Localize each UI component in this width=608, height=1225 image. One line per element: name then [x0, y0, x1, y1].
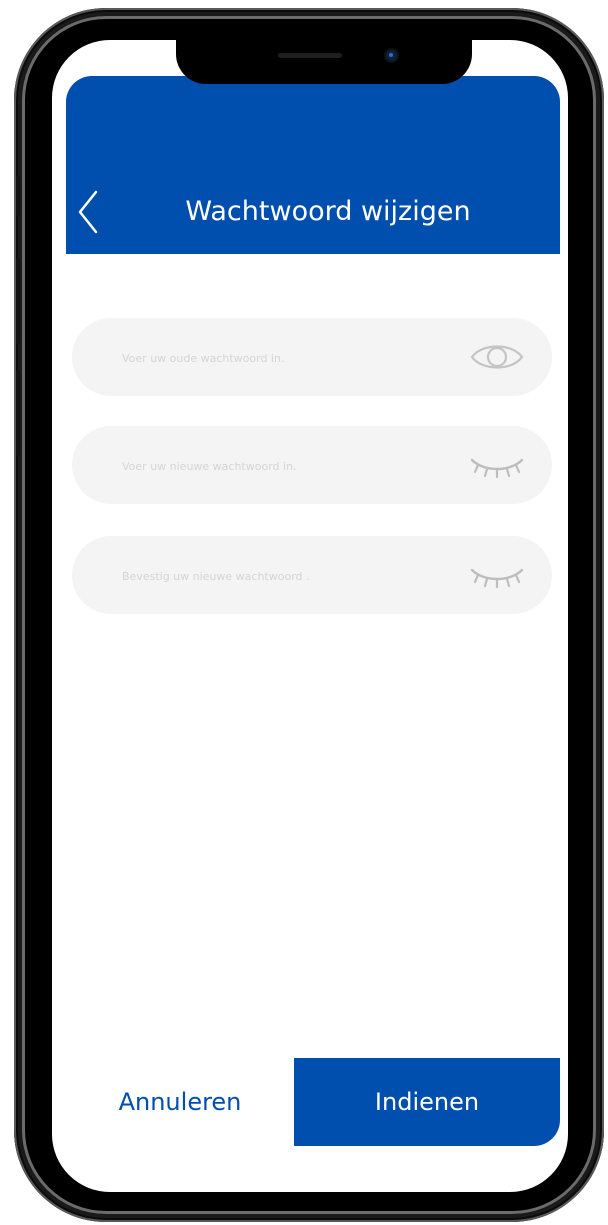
page-title: Wachtwoord wijzigen	[185, 196, 471, 227]
device-mockup: Wachtwoord wijzigen Annuleren Indienen	[0, 0, 608, 1225]
volume-up-button	[16, 258, 20, 344]
app-screen: Wachtwoord wijzigen Annuleren Indienen	[52, 40, 568, 1192]
cancel-button[interactable]: Annuleren	[66, 1058, 294, 1146]
eye-open-icon	[470, 345, 524, 369]
confirm-password-input[interactable]	[120, 536, 454, 616]
header-bar: Wachtwoord wijzigen	[66, 76, 560, 254]
new-password-input[interactable]	[120, 426, 454, 506]
eye-closed-icon	[470, 458, 524, 479]
speaker-grille	[278, 53, 342, 58]
notch	[176, 40, 472, 84]
old-password-input[interactable]	[120, 318, 454, 398]
show-password-toggle[interactable]	[468, 338, 526, 376]
show-new-password-toggle[interactable]	[468, 446, 526, 484]
back-button[interactable]	[70, 184, 110, 244]
front-camera	[386, 50, 397, 61]
show-confirm-password-toggle[interactable]	[468, 556, 526, 594]
volume-down-button	[16, 370, 20, 456]
old-password-field[interactable]	[72, 318, 552, 398]
submit-button[interactable]: Indienen	[294, 1058, 560, 1146]
new-password-field[interactable]	[72, 426, 552, 506]
eye-closed-icon	[470, 568, 524, 589]
chevron-left-icon	[78, 190, 98, 234]
confirm-password-field[interactable]	[72, 536, 552, 616]
mute-switch	[16, 176, 20, 216]
